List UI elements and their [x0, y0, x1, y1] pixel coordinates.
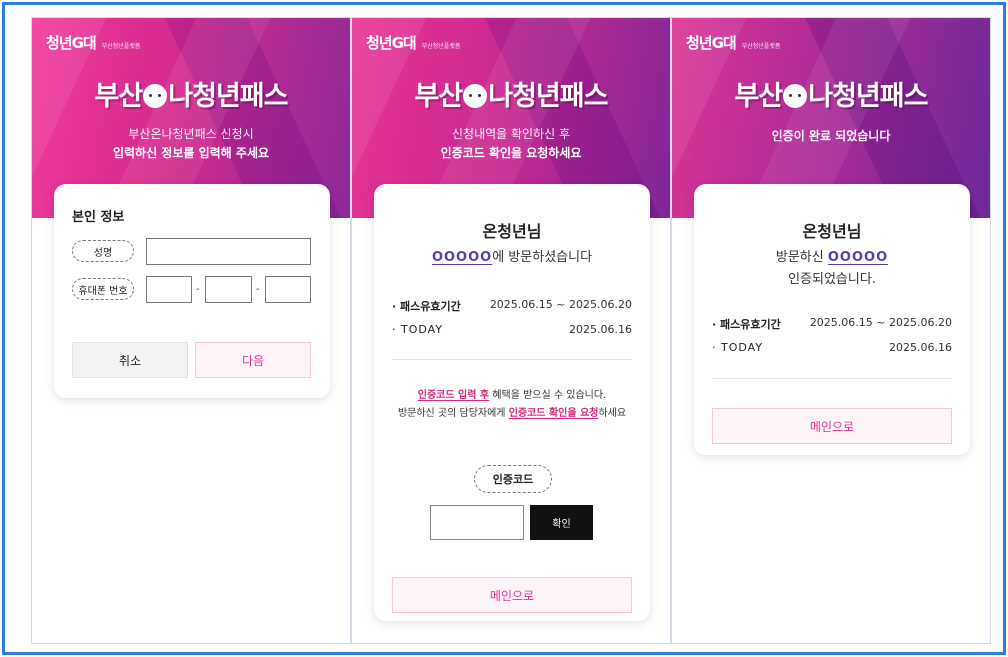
- info-card: 본인 정보 성명 휴대폰 번호 - - 취소 다음: [54, 184, 330, 398]
- brand-name: 청년G대: [46, 34, 97, 52]
- notice-line-1: 인증코드 입력 후 혜택을 받으실 수 있습니다.: [374, 386, 650, 401]
- today-row: · TODAY 2025.06.16: [712, 341, 952, 354]
- code-label: 인증코드: [474, 465, 552, 493]
- pass-logo: 부산 나청년패스: [352, 74, 670, 113]
- divider: [712, 378, 952, 379]
- logo-suffix: 나청년패스: [808, 81, 928, 112]
- phone-dash-1: -: [196, 284, 200, 295]
- smile-face-icon: [463, 84, 488, 108]
- phone-input-1[interactable]: [146, 276, 192, 303]
- visit-suffix: 에 방문하셨습니다: [492, 250, 593, 265]
- brand-logo: 청년G대 부산청년플랫폼: [46, 32, 140, 52]
- pass-logo: 부산 나청년패스: [672, 74, 990, 113]
- brand-logo: 청년G대 부산청년플랫폼: [686, 32, 780, 52]
- smile-face-icon: [143, 84, 168, 108]
- place-name: OOOOO: [431, 250, 493, 265]
- visit-line: OOOOO에 방문하셨습니다: [374, 246, 650, 265]
- period-row: · 패스유효기간 2025.06.15 ~ 2025.06.20: [392, 298, 632, 314]
- brand-logo: 청년G대 부산청년플랫폼: [366, 32, 460, 52]
- outer-frame: 청년G대 부산청년플랫폼 부산 나청년패스 부산온나청년패스 신청시 입력하신 정…: [2, 2, 1006, 655]
- logo-prefix: 부산: [94, 81, 144, 112]
- brand-name: 청년G대: [686, 34, 737, 52]
- brand-name: 청년G대: [366, 34, 417, 52]
- logo-prefix: 부산: [734, 81, 784, 112]
- period-label: · 패스유효기간: [392, 300, 461, 313]
- notice-rest-1: 혜택을 받으실 수 있습니다.: [489, 390, 607, 401]
- notice-highlight-2: 인증코드 확인을 요청: [508, 408, 599, 419]
- main-button[interactable]: 메인으로: [392, 577, 632, 613]
- period-value: 2025.06.15 ~ 2025.06.20: [489, 298, 632, 311]
- cancel-button[interactable]: 취소: [72, 342, 188, 378]
- today-value: 2025.06.16: [889, 341, 952, 354]
- phone-input-2[interactable]: [205, 276, 252, 303]
- today-row: · TODAY 2025.06.16: [392, 323, 632, 336]
- notice-line-2: 방문하신 곳의 담당자에게 인증코드 확인을 요청하세요: [374, 404, 650, 419]
- code-card: 온청년님 OOOOO에 방문하셨습니다 · 패스유효기간 2025.06.15 …: [374, 184, 650, 621]
- logo-suffix: 나청년패스: [168, 81, 288, 112]
- brand-sub: 부산청년플랫폼: [101, 43, 141, 50]
- today-value: 2025.06.16: [569, 323, 632, 336]
- notice-highlight-1: 인증코드 입력 후: [417, 390, 490, 401]
- period-label: · 패스유효기간: [712, 318, 781, 331]
- greeting: 온청년님: [802, 222, 862, 241]
- place-name: OOOOO: [827, 250, 889, 265]
- main-button[interactable]: 메인으로: [712, 408, 952, 444]
- logo-suffix: 나청년패스: [488, 81, 608, 112]
- brand-sub: 부산청년플랫폼: [421, 43, 461, 50]
- next-button[interactable]: 다음: [195, 342, 311, 378]
- phone-input-3[interactable]: [265, 276, 311, 303]
- period-value: 2025.06.15 ~ 2025.06.20: [809, 316, 952, 329]
- visit-line: 방문하신 OOOOO: [694, 246, 970, 265]
- name-input[interactable]: [146, 238, 311, 265]
- confirm-button[interactable]: 확인: [530, 505, 593, 540]
- screen-request-code: 청년G대 부산청년플랫폼 부산 나청년패스 신청내역을 확인하신 후 인증코드 확…: [351, 17, 671, 644]
- visit-prefix: 방문하신: [775, 250, 828, 265]
- divider: [392, 359, 632, 360]
- notice-prefix-2: 방문하신 곳의 담당자에게: [397, 408, 509, 419]
- code-input[interactable]: [430, 505, 524, 540]
- logo-prefix: 부산: [414, 81, 464, 112]
- hero-title: 인증이 완료 되었습니다: [771, 129, 891, 143]
- today-label: · TODAY: [712, 341, 764, 354]
- name-label: 성명: [72, 240, 134, 262]
- smile-face-icon: [783, 84, 808, 108]
- screen-complete: 청년G대 부산청년플랫폼 부산 나청년패스 인증이 완료 되었습니다 온청년님 방…: [671, 17, 991, 644]
- phone-dash-2: -: [256, 284, 260, 295]
- today-label: · TODAY: [392, 323, 444, 336]
- screen-input-info: 청년G대 부산청년플랫폼 부산 나청년패스 부산온나청년패스 신청시 입력하신 정…: [31, 17, 351, 644]
- pass-logo: 부산 나청년패스: [32, 74, 350, 113]
- hero-subtitle: 부산온나청년패스 신청시: [128, 127, 254, 141]
- hero-title: 입력하신 정보를 입력해 주세요: [112, 146, 270, 160]
- complete-card: 온청년님 방문하신 OOOOO 인증되었습니다. · 패스유효기간 2025.0…: [694, 184, 970, 455]
- hero-subtitle: 신청내역을 확인하신 후: [451, 127, 571, 141]
- brand-sub: 부산청년플랫폼: [741, 43, 781, 50]
- period-row: · 패스유효기간 2025.06.15 ~ 2025.06.20: [712, 316, 952, 332]
- greeting: 온청년님: [482, 222, 542, 241]
- notice-suffix-2: 하세요: [598, 408, 627, 419]
- phone-label: 휴대폰 번호: [72, 278, 134, 300]
- hero-title: 인증코드 확인을 요청하세요: [440, 146, 582, 160]
- section-title: 본인 정보: [72, 210, 125, 225]
- certified-text: 인증되었습니다.: [788, 272, 876, 287]
